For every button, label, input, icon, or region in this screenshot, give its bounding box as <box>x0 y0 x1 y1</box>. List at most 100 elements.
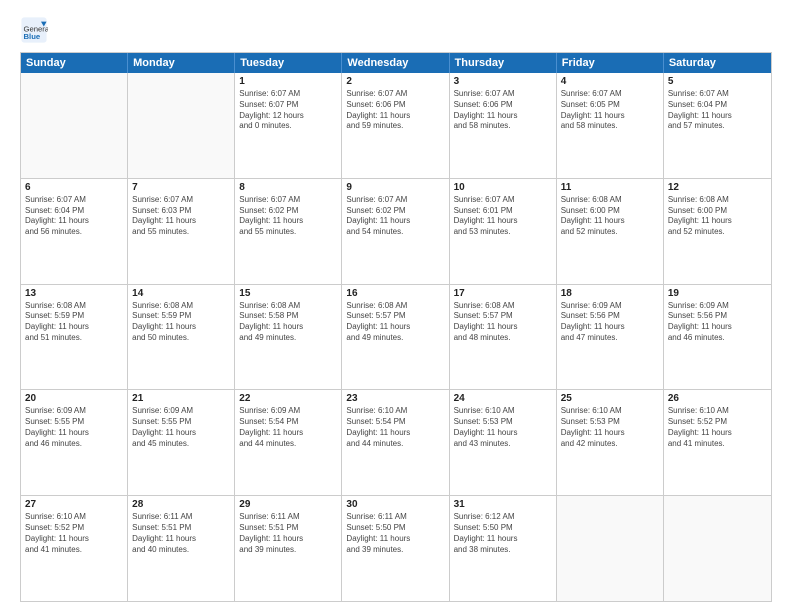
day-number: 8 <box>239 182 337 193</box>
day-number: 19 <box>668 288 767 299</box>
day-info: Sunrise: 6:07 AM Sunset: 6:07 PM Dayligh… <box>239 89 337 132</box>
day-cell-16: 16 Sunrise: 6:08 AM Sunset: 5:57 PM Dayli… <box>342 285 449 390</box>
day-info: Sunrise: 6:10 AM Sunset: 5:53 PM Dayligh… <box>561 406 659 449</box>
day-info: Sunrise: 6:11 AM Sunset: 5:51 PM Dayligh… <box>239 512 337 555</box>
day-number: 1 <box>239 76 337 87</box>
day-cell-17: 17Sunrise: 6:08 AM Sunset: 5:57 PM Dayli… <box>450 285 557 390</box>
day-number: 18 <box>561 288 659 299</box>
day-cell-21: 21 Sunrise: 6:09 AM Sunset: 5:55 PM Dayli… <box>128 390 235 495</box>
weekday-header-saturday: Saturday <box>664 53 771 73</box>
day-info: Sunrise: 6:09 AM Sunset: 5:55 PM Dayligh… <box>25 406 123 449</box>
day-cell-1: 1 Sunrise: 6:07 AM Sunset: 6:07 PM Daylig… <box>235 73 342 178</box>
day-info: Sunrise: 6:10 AM Sunset: 5:53 PM Dayligh… <box>454 406 552 449</box>
day-cell-25: 25 Sunrise: 6:10 AM Sunset: 5:53 PM Dayli… <box>557 390 664 495</box>
day-number: 6 <box>25 182 123 193</box>
day-number: 9 <box>346 182 444 193</box>
weekday-header-tuesday: Tuesday <box>235 53 342 73</box>
day-number: 10 <box>454 182 552 193</box>
day-cell-5: 5 Sunrise: 6:07 AM Sunset: 6:04 PM Daylig… <box>664 73 771 178</box>
day-cell-6: 6 Sunrise: 6:07 AM Sunset: 6:04 PM Daylig… <box>21 179 128 284</box>
day-cell-31: 31 Sunrise: 6:12 AM Sunset: 5:50 PM Dayli… <box>450 496 557 601</box>
weekday-header-monday: Monday <box>128 53 235 73</box>
calendar-body: 1 Sunrise: 6:07 AM Sunset: 6:07 PM Daylig… <box>21 73 771 601</box>
day-cell-20: 20 Sunrise: 6:09 AM Sunset: 5:55 PM Dayli… <box>21 390 128 495</box>
day-number: 31 <box>454 499 552 510</box>
day-info: Sunrise: 6:11 AM Sunset: 5:50 PM Dayligh… <box>346 512 444 555</box>
day-number: 4 <box>561 76 659 87</box>
day-info: Sunrise: 6:08 AM Sunset: 5:59 PM Dayligh… <box>132 301 230 344</box>
day-cell-13: 13 Sunrise: 6:08 AM Sunset: 5:59 PM Dayli… <box>21 285 128 390</box>
week-row-4: 20 Sunrise: 6:09 AM Sunset: 5:55 PM Dayli… <box>21 390 771 496</box>
day-number: 11 <box>561 182 659 193</box>
day-cell-14: 14 Sunrise: 6:08 AM Sunset: 5:59 PM Dayli… <box>128 285 235 390</box>
day-info: Sunrise: 6:07 AM Sunset: 6:01 PM Dayligh… <box>454 195 552 238</box>
day-cell-10: 10 Sunrise: 6:07 AM Sunset: 6:01 PM Dayli… <box>450 179 557 284</box>
weekday-header-wednesday: Wednesday <box>342 53 449 73</box>
day-number: 13 <box>25 288 123 299</box>
day-info: Sunrise: 6:09 AM Sunset: 5:54 PM Dayligh… <box>239 406 337 449</box>
day-info: Sunrise: 6:09 AM Sunset: 5:56 PM Dayligh… <box>668 301 767 344</box>
day-number: 14 <box>132 288 230 299</box>
day-info: Sunrise: 6:07 AM Sunset: 6:04 PM Dayligh… <box>668 89 767 132</box>
day-cell-2: 2Sunrise: 6:07 AM Sunset: 6:06 PM Daylig… <box>342 73 449 178</box>
day-info: Sunrise: 6:08 AM Sunset: 5:58 PM Dayligh… <box>239 301 337 344</box>
day-number: 21 <box>132 393 230 404</box>
week-row-2: 6 Sunrise: 6:07 AM Sunset: 6:04 PM Daylig… <box>21 179 771 285</box>
day-cell-19: 19 Sunrise: 6:09 AM Sunset: 5:56 PM Dayli… <box>664 285 771 390</box>
calendar-header: SundayMondayTuesdayWednesdayThursdayFrid… <box>21 53 771 73</box>
day-info: Sunrise: 6:07 AM Sunset: 6:02 PM Dayligh… <box>346 195 444 238</box>
empty-cell <box>557 496 664 601</box>
day-cell-29: 29 Sunrise: 6:11 AM Sunset: 5:51 PM Dayli… <box>235 496 342 601</box>
day-number: 30 <box>346 499 444 510</box>
day-cell-15: 15 Sunrise: 6:08 AM Sunset: 5:58 PM Dayli… <box>235 285 342 390</box>
day-cell-7: 7Sunrise: 6:07 AM Sunset: 6:03 PM Daylig… <box>128 179 235 284</box>
logo-icon: General Blue <box>20 16 48 44</box>
day-number: 25 <box>561 393 659 404</box>
day-info: Sunrise: 6:07 AM Sunset: 6:02 PM Dayligh… <box>239 195 337 238</box>
day-number: 27 <box>25 499 123 510</box>
weekday-header-friday: Friday <box>557 53 664 73</box>
day-cell-12: 12 Sunrise: 6:08 AM Sunset: 6:00 PM Dayli… <box>664 179 771 284</box>
day-number: 12 <box>668 182 767 193</box>
day-cell-18: 18 Sunrise: 6:09 AM Sunset: 5:56 PM Dayli… <box>557 285 664 390</box>
day-info: Sunrise: 6:08 AM Sunset: 6:00 PM Dayligh… <box>561 195 659 238</box>
day-cell-27: 27 Sunrise: 6:10 AM Sunset: 5:52 PM Dayli… <box>21 496 128 601</box>
day-number: 26 <box>668 393 767 404</box>
day-cell-3: 3Sunrise: 6:07 AM Sunset: 6:06 PM Daylig… <box>450 73 557 178</box>
day-info: Sunrise: 6:08 AM Sunset: 5:57 PM Dayligh… <box>346 301 444 344</box>
empty-cell <box>664 496 771 601</box>
day-info: Sunrise: 6:09 AM Sunset: 5:55 PM Dayligh… <box>132 406 230 449</box>
day-cell-4: 4 Sunrise: 6:07 AM Sunset: 6:05 PM Daylig… <box>557 73 664 178</box>
header: General Blue <box>20 16 772 44</box>
empty-cell <box>128 73 235 178</box>
day-cell-30: 30 Sunrise: 6:11 AM Sunset: 5:50 PM Dayli… <box>342 496 449 601</box>
day-number: 20 <box>25 393 123 404</box>
day-info: Sunrise: 6:12 AM Sunset: 5:50 PM Dayligh… <box>454 512 552 555</box>
day-info: Sunrise: 6:07 AM Sunset: 6:06 PM Dayligh… <box>346 89 444 132</box>
day-cell-11: 11 Sunrise: 6:08 AM Sunset: 6:00 PM Dayli… <box>557 179 664 284</box>
week-row-1: 1 Sunrise: 6:07 AM Sunset: 6:07 PM Daylig… <box>21 73 771 179</box>
empty-cell <box>21 73 128 178</box>
day-number: 23 <box>346 393 444 404</box>
page: General Blue SundayMondayTuesdayWednesda… <box>0 0 792 612</box>
day-cell-28: 28Sunrise: 6:11 AM Sunset: 5:51 PM Dayli… <box>128 496 235 601</box>
day-info: Sunrise: 6:07 AM Sunset: 6:05 PM Dayligh… <box>561 89 659 132</box>
day-info: Sunrise: 6:09 AM Sunset: 5:56 PM Dayligh… <box>561 301 659 344</box>
day-number: 16 <box>346 288 444 299</box>
day-number: 5 <box>668 76 767 87</box>
day-cell-22: 22Sunrise: 6:09 AM Sunset: 5:54 PM Dayli… <box>235 390 342 495</box>
day-info: Sunrise: 6:08 AM Sunset: 5:57 PM Dayligh… <box>454 301 552 344</box>
day-info: Sunrise: 6:07 AM Sunset: 6:04 PM Dayligh… <box>25 195 123 238</box>
day-cell-9: 9 Sunrise: 6:07 AM Sunset: 6:02 PM Daylig… <box>342 179 449 284</box>
day-number: 15 <box>239 288 337 299</box>
day-info: Sunrise: 6:10 AM Sunset: 5:52 PM Dayligh… <box>668 406 767 449</box>
day-info: Sunrise: 6:10 AM Sunset: 5:52 PM Dayligh… <box>25 512 123 555</box>
day-number: 29 <box>239 499 337 510</box>
day-info: Sunrise: 6:07 AM Sunset: 6:03 PM Dayligh… <box>132 195 230 238</box>
weekday-header-thursday: Thursday <box>450 53 557 73</box>
day-info: Sunrise: 6:08 AM Sunset: 6:00 PM Dayligh… <box>668 195 767 238</box>
day-cell-8: 8 Sunrise: 6:07 AM Sunset: 6:02 PM Daylig… <box>235 179 342 284</box>
day-number: 28 <box>132 499 230 510</box>
day-cell-24: 24Sunrise: 6:10 AM Sunset: 5:53 PM Dayli… <box>450 390 557 495</box>
day-info: Sunrise: 6:08 AM Sunset: 5:59 PM Dayligh… <box>25 301 123 344</box>
